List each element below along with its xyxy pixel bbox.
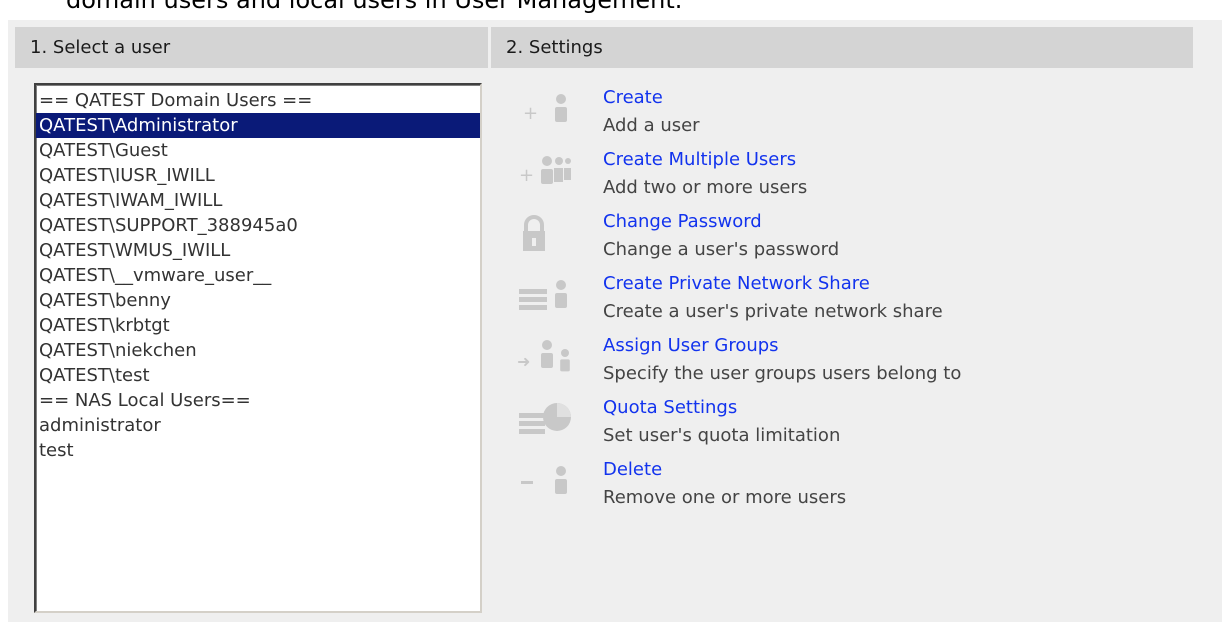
action-description: Set user's quota limitation — [603, 425, 841, 446]
add-user-icon[interactable]: + — [513, 87, 573, 135]
user-listbox[interactable]: == QATEST Domain Users == QATEST\Administ… — [34, 83, 482, 613]
user-list-item[interactable]: == QATEST Domain Users == — [36, 88, 480, 113]
user-list-item[interactable]: QATEST\test — [36, 363, 480, 388]
caption-text: domain users and local users in User Man… — [66, 0, 683, 14]
action-link[interactable]: Assign User Groups — [603, 335, 779, 356]
action-link[interactable]: Change Password — [603, 211, 762, 232]
user-list-item[interactable]: QATEST\SUPPORT_388945a0 — [36, 213, 480, 238]
user-list-item[interactable]: QATEST\WMUS_IWILL — [36, 238, 480, 263]
user-management-panel: 1. Select a user 2. Settings == QATEST D… — [8, 20, 1222, 622]
action-quota-settings: Quota Settings Set user's quota limitatio… — [513, 397, 1113, 459]
action-change-password: Change Password Change a user's password — [513, 211, 1113, 273]
user-list-item[interactable]: QATEST\benny — [36, 288, 480, 313]
action-description: Remove one or more users — [603, 487, 847, 508]
quota-icon[interactable] — [513, 397, 573, 445]
action-link[interactable]: Create Private Network Share — [603, 273, 870, 294]
user-list-item[interactable]: QATEST\IUSR_IWILL — [36, 163, 480, 188]
user-list-item[interactable]: QATEST\krbtgt — [36, 313, 480, 338]
action-create-private-network-share: Create Private Network Share Create a use… — [513, 273, 1113, 335]
delete-user-icon[interactable] — [513, 459, 573, 507]
action-description: Change a user's password — [603, 239, 840, 260]
settings-header: 2. Settings — [491, 27, 1193, 68]
action-delete: Delete Remove one or more users — [513, 459, 1113, 521]
add-multiple-users-icon[interactable]: + — [513, 149, 573, 197]
user-list-item[interactable]: test — [36, 438, 480, 463]
action-link[interactable]: Quota Settings — [603, 397, 737, 418]
user-list-item[interactable]: QATEST\Administrator — [36, 113, 480, 138]
action-description: Add a user — [603, 115, 700, 136]
action-description: Create a user's private network share — [603, 301, 943, 322]
action-link[interactable]: Create Multiple Users — [603, 149, 796, 170]
svg-text:+: + — [523, 103, 538, 124]
select-user-header: 1. Select a user — [15, 27, 488, 68]
user-list-item[interactable]: QATEST\__vmware_user__ — [36, 263, 480, 288]
action-link[interactable]: Create — [603, 87, 663, 108]
svg-text:+: + — [519, 165, 534, 186]
svg-text:➜: ➜ — [517, 352, 530, 371]
user-list-item[interactable]: QATEST\Guest — [36, 138, 480, 163]
action-create-multiple-users: + Create Multiple Users Add two or more us… — [513, 149, 1113, 211]
user-list-item[interactable]: QATEST\niekchen — [36, 338, 480, 363]
user-list-item[interactable]: == NAS Local Users== — [36, 388, 480, 413]
settings-actions: + Create Add a user + Create Multiple Users A… — [513, 87, 1113, 521]
action-assign-user-groups: ➜ Assign User Groups Specify the user grou… — [513, 335, 1113, 397]
action-link[interactable]: Delete — [603, 459, 662, 480]
lock-icon[interactable] — [513, 211, 573, 259]
user-list-item[interactable]: QATEST\IWAM_IWILL — [36, 188, 480, 213]
assign-groups-icon[interactable]: ➜ — [513, 335, 573, 383]
action-description: Add two or more users — [603, 177, 808, 198]
user-list-item[interactable]: administrator — [36, 413, 480, 438]
action-create: + Create Add a user — [513, 87, 1113, 149]
network-share-icon[interactable] — [513, 273, 573, 321]
action-description: Specify the user groups users belong to — [603, 363, 962, 384]
